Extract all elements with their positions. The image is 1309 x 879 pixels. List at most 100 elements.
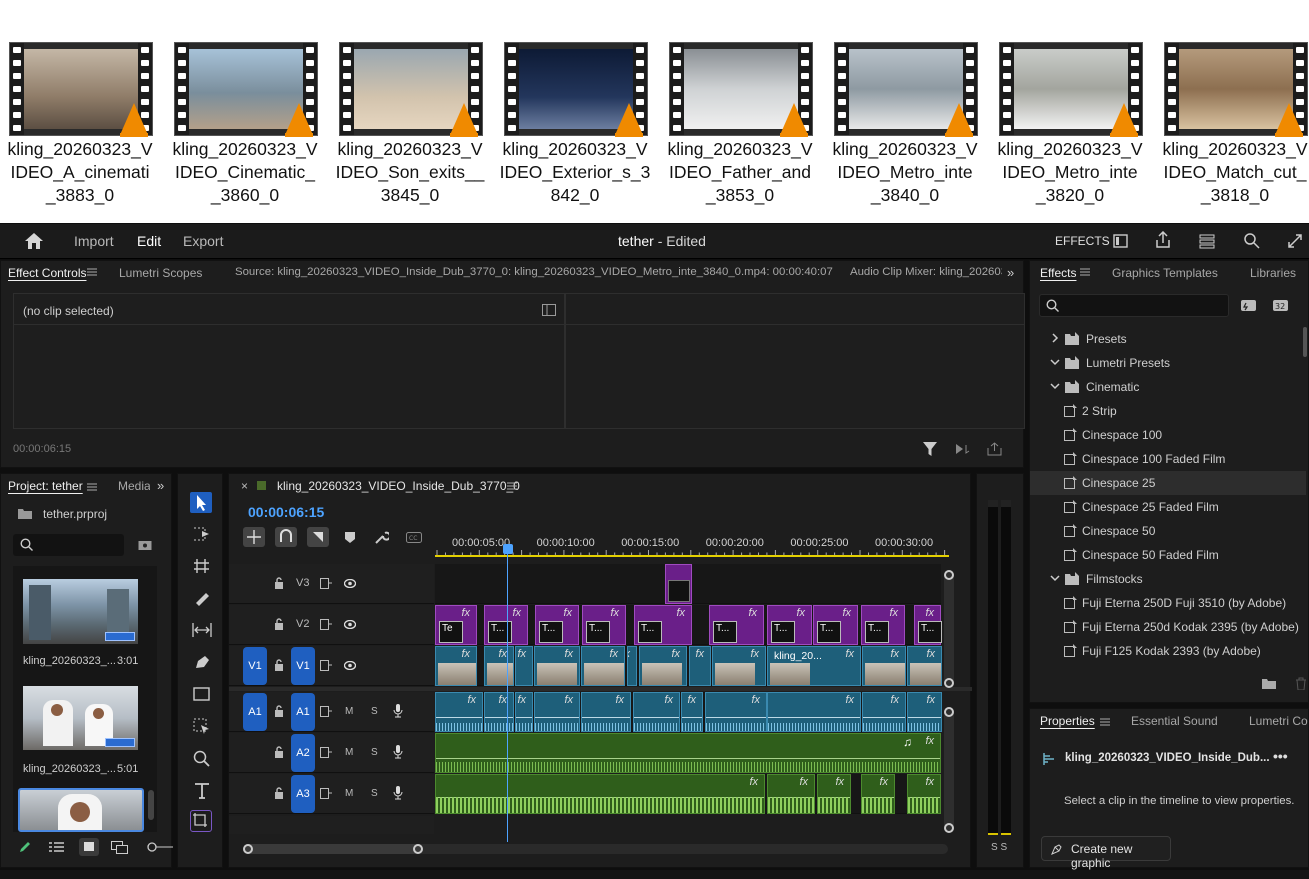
mute-button[interactable]: M [345,706,353,717]
audio-clip[interactable]: fx [907,692,942,732]
audio-clip[interactable]: fx [581,692,631,732]
snap-icon[interactable] [275,527,297,547]
title-clip[interactable]: fx T... [634,605,692,645]
audio-clip[interactable]: fx [515,692,533,732]
clip-thumbnail-selected[interactable] [18,788,144,832]
project-search-input[interactable] [13,534,124,556]
tab-lumetri-color[interactable]: Lumetri Co [1249,714,1308,728]
video-clip[interactable]: fx [862,646,906,686]
effects-tree-item[interactable]: Cinespace 100 [1030,423,1306,447]
chevron-down-icon[interactable] [1050,357,1060,367]
effects-search-input[interactable] [1039,294,1229,317]
ripple-edit-tool[interactable] [193,558,211,574]
edit-tab[interactable]: Edit [137,233,161,249]
video-clip[interactable]: fx [907,646,942,686]
clip-thumbnail[interactable] [23,579,138,644]
effects-tree-item[interactable]: Cinematic [1030,375,1306,399]
audio-clip[interactable]: fx [484,692,514,732]
lock-icon[interactable] [274,659,284,671]
video-clip[interactable]: fx [689,646,711,686]
effects-tree-item[interactable]: Cinespace 25 Faded Film [1030,495,1306,519]
video-tracks-scrollbar[interactable] [944,570,954,688]
32bit-effects-icon[interactable]: 32 [1272,298,1290,312]
tab-effect-controls[interactable]: Effect Controls [8,266,86,280]
captions-icon[interactable]: CC [406,532,422,543]
video-thumbnail[interactable] [999,42,1143,137]
import-tab[interactable]: Import [74,233,114,249]
linked-selection-icon[interactable] [307,527,329,547]
solo-buttons[interactable]: S S [991,842,1007,853]
title-clip[interactable]: fx T... [767,605,812,645]
file-name[interactable]: kling_20260323_V IDEO_Metro_inte _3840_0 [825,138,985,207]
effects-tree-item[interactable]: Cinespace 50 Faded Film [1030,543,1306,567]
track-target-v1[interactable]: V1 [291,647,315,685]
fullscreen-icon[interactable] [1287,233,1303,249]
effects-tree-item[interactable]: Lumetri Presets [1030,351,1306,375]
video-thumbnail[interactable] [339,42,483,137]
eye-icon[interactable] [344,579,356,588]
track-select-tool[interactable] [193,527,211,541]
effects-tree-item[interactable]: Fuji Eterna 250d Kodak 2395 (by Adobe) [1030,615,1306,639]
insert-sequence-icon[interactable] [243,527,265,547]
video-thumbnail[interactable] [174,42,318,137]
video-clip[interactable]: fx [712,646,766,686]
effects-tree-item[interactable]: Cinespace 50 [1030,519,1306,543]
track-divider[interactable] [229,687,972,691]
title-clip[interactable]: fx T... [914,605,942,645]
play-audio-icon[interactable] [955,443,971,455]
title-clip[interactable]: fx T... [484,605,528,645]
sequence-tab[interactable]: kling_20260323_VIDEO_Inside_Dub_3770_0 [277,479,520,493]
zoom-slider[interactable] [147,841,173,853]
video-clip[interactable]: fx [639,646,687,686]
panel-menu-icon[interactable] [87,267,97,277]
panel-menu-icon[interactable] [87,482,97,492]
audio-clip[interactable]: fx [435,692,483,732]
file-item[interactable]: kling_20260323_V IDEO_A_cinemati _3883_0 [0,42,160,217]
video-clip[interactable]: fx kling_20... [767,646,861,686]
icon-view-icon[interactable] [79,838,99,856]
more-options-icon[interactable]: ••• [1273,748,1288,764]
lock-icon[interactable] [274,577,284,589]
file-name[interactable]: kling_20260323_V IDEO_Match_cut_ _3818_0 [1155,138,1309,207]
title-clip[interactable]: fx T... [582,605,626,645]
lock-icon[interactable] [274,705,284,717]
effects-tree-item[interactable]: Fuji F125 Kodak 2393 (by Adobe) [1030,639,1306,663]
add-marker-icon[interactable] [345,532,355,543]
chevron-right-icon[interactable] [1050,333,1060,343]
effects-tree-item[interactable]: 2 Strip [1030,399,1306,423]
eye-icon[interactable] [344,620,356,629]
file-item[interactable]: kling_20260323_V IDEO_Son_exits__ 3845_0 [330,42,490,217]
selection-tool[interactable] [190,492,212,513]
toggle-timeline-view-icon[interactable] [542,304,556,316]
panel-menu-icon[interactable] [507,481,517,491]
file-item[interactable]: kling_20260323_V IDEO_Father_and _3853_0 [660,42,820,217]
lock-icon[interactable] [274,787,284,799]
audio-clip[interactable]: fx [767,692,861,732]
find-bin-icon[interactable] [138,539,152,551]
audio-clip[interactable]: fx [435,774,765,814]
zoom-tool[interactable] [193,750,211,767]
track-name-v3[interactable]: V3 [296,577,309,589]
progress-icon[interactable] [1199,233,1215,249]
title-clip[interactable]: fx T... [709,605,764,645]
tab-libraries[interactable]: Libraries [1250,266,1296,280]
pen-tool[interactable] [193,654,211,670]
lock-icon[interactable] [274,618,284,630]
video-thumbnail[interactable] [1164,42,1308,137]
sync-lock-icon[interactable] [320,788,332,799]
slip-tool[interactable] [191,622,213,638]
effects-tree-item[interactable]: Fuji Eterna 250D Fuji 3510 (by Adobe) [1030,591,1306,615]
tab-properties[interactable]: Properties [1040,714,1095,728]
hand-tool[interactable] [193,718,211,734]
pencil-icon[interactable] [18,840,32,854]
rectangle-tool[interactable] [193,686,211,702]
export-frame-icon[interactable] [987,442,1002,456]
audio-clip[interactable]: fx [861,774,895,814]
project-scrollbar[interactable] [148,790,154,820]
microphone-icon[interactable] [393,786,403,800]
audio-clip[interactable]: fx [907,774,941,814]
audio-clip[interactable]: fx [862,692,906,732]
video-clip[interactable]: fx [627,646,637,686]
auto-reframe-tool[interactable] [190,810,212,832]
solo-button[interactable]: S [371,788,378,799]
